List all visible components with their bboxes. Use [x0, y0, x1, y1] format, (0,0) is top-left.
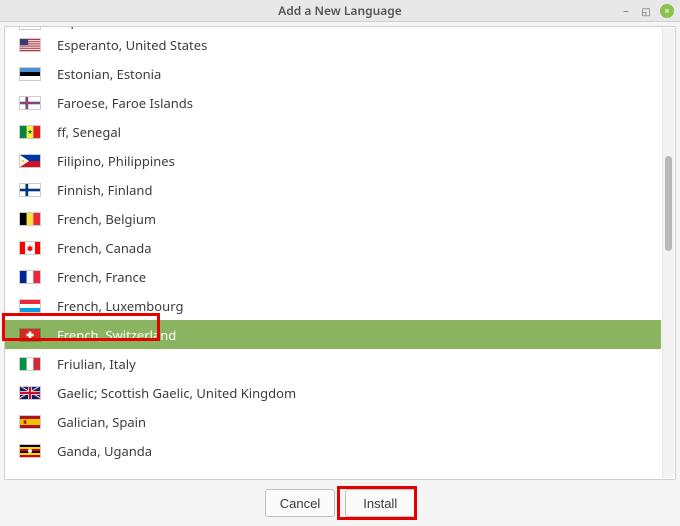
scrollbar-thumb[interactable] — [665, 156, 672, 251]
dialog-footer: Cancel Install — [0, 480, 680, 526]
lu-flag-icon — [19, 299, 41, 313]
fr-flag-icon — [19, 270, 41, 284]
language-label: Faroese, Faroe Islands — [57, 94, 193, 112]
window-controls: − ◱ × — [620, 0, 674, 22]
ee-flag-icon — [19, 67, 41, 81]
maximize-button[interactable]: ◱ — [640, 5, 652, 17]
list-item[interactable]: French, Switzerland — [5, 320, 661, 349]
list-item[interactable]: French, Canada — [5, 233, 661, 262]
language-label: Estonian, Estonia — [57, 65, 161, 83]
list-item[interactable]: Gaelic; Scottish Gaelic, United Kingdom — [5, 378, 661, 407]
language-label: Filipino, Philippines — [57, 152, 175, 170]
language-label: Esperanto, United States — [57, 36, 207, 54]
minimize-button[interactable]: − — [620, 5, 632, 17]
list-item[interactable]: ff, Senegal — [5, 117, 661, 146]
us-flag-icon — [19, 38, 41, 52]
list-item[interactable]: Faroese, Faroe Islands — [5, 88, 661, 117]
language-label: ff, Senegal — [57, 123, 121, 141]
language-label: Galician, Spain — [57, 413, 146, 431]
fi-flag-icon — [19, 183, 41, 197]
be-flag-icon — [19, 212, 41, 226]
ca-flag-icon — [19, 241, 41, 255]
scrollbar[interactable] — [662, 28, 674, 478]
list-item[interactable]: Galician, Spain — [5, 407, 661, 436]
language-label: Ganda, Uganda — [57, 442, 152, 460]
language-label: Friulian, Italy — [57, 355, 136, 373]
list-item[interactable]: Finnish, Finland — [5, 175, 661, 204]
list-item[interactable]: Friulian, Italy — [5, 349, 661, 378]
it-flag-icon — [19, 357, 41, 371]
language-label: French, Canada — [57, 239, 151, 257]
window-title: Add a New Language — [0, 2, 680, 19]
list-item[interactable]: French, Belgium — [5, 204, 661, 233]
content-area: Esperanto Esperanto, United States Estonia… — [0, 22, 680, 480]
cancel-button[interactable]: Cancel — [265, 489, 335, 517]
titlebar: Add a New Language − ◱ × — [0, 0, 680, 22]
list-item[interactable]: Esperanto, United States — [5, 30, 661, 59]
sn-flag-icon — [19, 125, 41, 139]
ph-flag-icon — [19, 154, 41, 168]
fo-flag-icon — [19, 96, 41, 110]
es-flag-icon — [19, 415, 41, 429]
language-label: Esperanto — [57, 26, 119, 30]
list-item[interactable]: Ganda, Uganda — [5, 436, 661, 465]
language-label: French, Belgium — [57, 210, 156, 228]
ch-flag-icon — [19, 328, 41, 342]
install-button[interactable]: Install — [345, 489, 415, 517]
gb-flag-icon — [19, 386, 41, 400]
ug-flag-icon — [19, 444, 41, 458]
language-label: Gaelic; Scottish Gaelic, United Kingdom — [57, 384, 296, 402]
add-language-window: Add a New Language − ◱ × EsperantoEspera… — [0, 0, 680, 526]
language-list[interactable]: Esperanto Esperanto, United States Estonia… — [4, 26, 676, 480]
language-label: French, Switzerland — [57, 326, 176, 344]
list-item[interactable]: Filipino, Philippines — [5, 146, 661, 175]
language-label: Finnish, Finland — [57, 181, 152, 199]
close-button[interactable]: × — [660, 4, 674, 18]
language-label: French, France — [57, 268, 146, 286]
language-label: French, Luxembourg — [57, 297, 183, 315]
list-item[interactable]: Estonian, Estonia — [5, 59, 661, 88]
list-item[interactable]: French, Luxembourg — [5, 291, 661, 320]
list-item[interactable]: French, France — [5, 262, 661, 291]
esperanto-flag-icon — [19, 26, 41, 30]
